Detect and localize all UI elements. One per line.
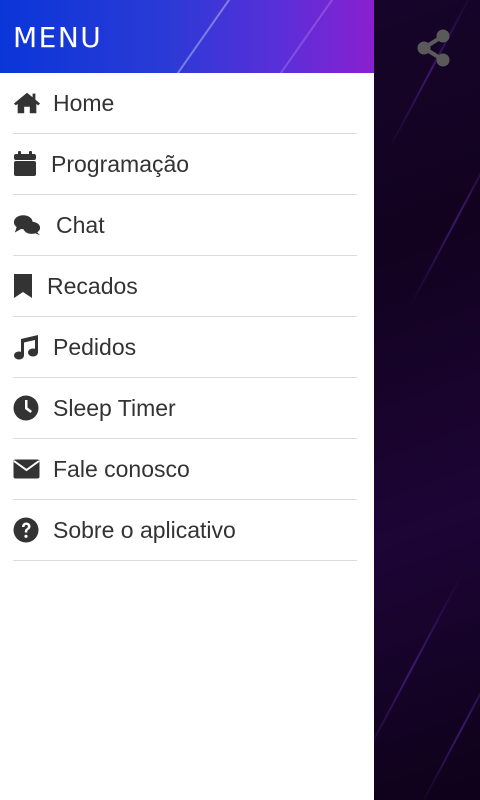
music-icon (13, 333, 41, 361)
menu-item-label: Sleep Timer (53, 394, 176, 421)
menu-item-sleep-timer[interactable]: Sleep Timer (13, 378, 357, 439)
background-streak (408, 131, 480, 309)
menu-item-fale-conosco[interactable]: Fale conosco (13, 439, 357, 500)
menu-item-label: Programação (51, 150, 190, 177)
menu-item-chat[interactable]: Chat (13, 195, 357, 256)
envelope-icon (13, 455, 41, 483)
drawer-header: MENU (0, 0, 374, 73)
background-streak (417, 650, 480, 800)
menu-item-label: Fale conosco (53, 455, 190, 482)
menu-item-home[interactable]: Home (13, 73, 357, 134)
header-streak (270, 0, 352, 73)
menu-item-recados[interactable]: Recados (13, 256, 357, 317)
menu-item-label: Pedidos (53, 333, 137, 360)
app-screen: MENU Home Programação Chat Recados Pedid… (0, 0, 480, 800)
share-icon (417, 29, 450, 67)
menu-item-label: Home (53, 89, 115, 116)
menu-item-label: Chat (56, 211, 105, 238)
calendar-icon (13, 150, 41, 178)
menu-item-label: Recados (47, 272, 138, 299)
menu-item-sobre-o-aplicativo[interactable]: Sobre o aplicativo (13, 500, 357, 561)
menu-item-label: Sobre o aplicativo (53, 516, 236, 543)
clock-icon (13, 394, 41, 422)
menu-item-pedidos[interactable]: Pedidos (13, 317, 357, 378)
bookmark-icon (13, 272, 35, 300)
header-streak (160, 0, 242, 73)
menu-item-programacao[interactable]: Programação (13, 134, 357, 195)
background-streak (387, 0, 475, 150)
chat-icon (13, 211, 41, 239)
background-streak (358, 572, 464, 768)
navigation-drawer: MENU Home Programação Chat Recados Pedid… (0, 0, 374, 800)
question-circle-icon (13, 516, 41, 544)
home-icon (13, 89, 41, 117)
drawer-title: MENU (13, 21, 103, 54)
share-button[interactable] (414, 28, 454, 68)
menu-list: Home Programação Chat Recados Pedidos Sl… (0, 73, 374, 561)
